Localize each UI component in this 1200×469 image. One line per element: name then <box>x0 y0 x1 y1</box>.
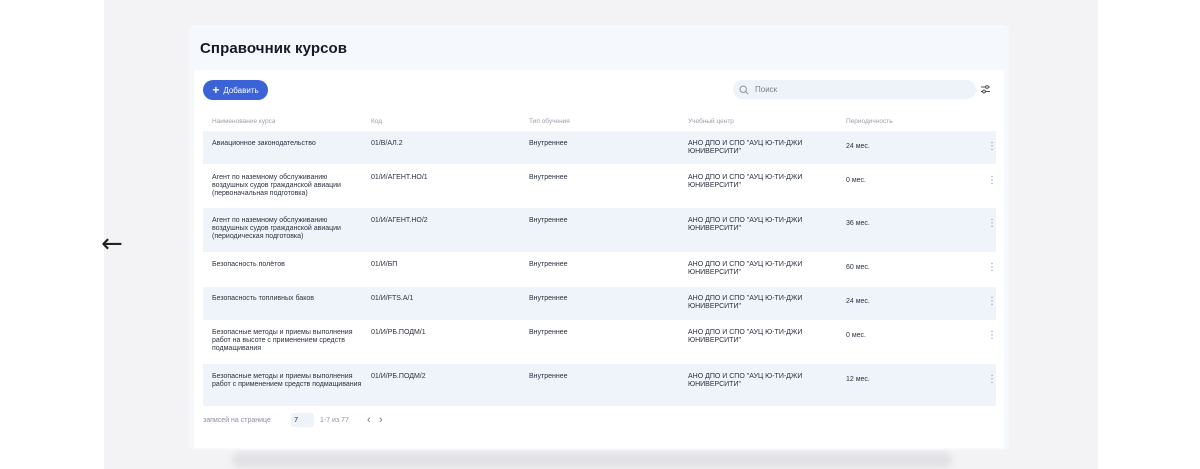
search-box[interactable] <box>733 80 976 99</box>
row-menu-icon[interactable]: ⋮ <box>987 175 997 186</box>
course-type: Внутреннее <box>529 261 568 268</box>
course-period: 60 мес. <box>846 264 870 271</box>
course-period: 36 мес. <box>846 220 870 227</box>
plus-icon: + <box>212 83 220 97</box>
back-arrow-icon[interactable]: ← <box>101 231 131 257</box>
table-row[interactable]: Безопасные методы и приемы выполнения ра… <box>203 364 997 406</box>
chevron-right-icon[interactable]: › <box>379 414 383 426</box>
training-center: АНО ДПО И СПО "АУЦ Ю-ТИ-ДЖИ ЮНИВЕРСИТИ" <box>688 174 803 189</box>
column-header-type[interactable]: Тип обучения <box>529 118 570 125</box>
page-title: Справочник курсов <box>200 40 348 57</box>
course-period: 12 мес. <box>846 376 870 383</box>
course-name: Агент по наземному обслуживанию воздушны… <box>212 174 341 197</box>
row-menu-icon[interactable]: ⋮ <box>987 141 997 152</box>
row-menu-icon[interactable]: ⋮ <box>987 330 997 341</box>
course-type: Внутреннее <box>529 217 568 224</box>
course-code: 01/И/РБ.ПОДМ/2 <box>371 373 426 380</box>
course-name: Безопасные методы и приемы выполнения ра… <box>212 329 353 352</box>
training-center: АНО ДПО И СПО "АУЦ Ю-ТИ-ДЖИ ЮНИВЕРСИТИ" <box>688 329 803 344</box>
course-name: Безопасность топливных баков <box>212 295 314 302</box>
search-icon <box>739 84 749 95</box>
table-row[interactable]: Агент по наземному обслуживанию воздушны… <box>203 208 997 252</box>
chevron-left-icon[interactable]: ‹ <box>367 414 371 426</box>
row-menu-icon[interactable]: ⋮ <box>987 374 997 385</box>
course-period: 0 мес. <box>846 177 866 184</box>
course-type: Внутреннее <box>529 140 568 147</box>
course-code: 01/И/АГЕНТ.НО/1 <box>371 174 428 181</box>
filter-settings-icon[interactable] <box>980 84 991 95</box>
add-button-label: Добавить <box>223 85 259 95</box>
course-code: 01/И/АГЕНТ.НО/2 <box>371 217 428 224</box>
column-header-period[interactable]: Периодичность <box>846 118 893 125</box>
course-code: 01/И/РБ.ПОДМ/1 <box>371 329 426 336</box>
table-row[interactable]: Безопасность полётов 01/И/БП Внутреннее … <box>203 252 997 287</box>
training-center: АНО ДПО И СПО "АУЦ Ю-ТИ-ДЖИ ЮНИВЕРСИТИ" <box>688 140 803 155</box>
column-header-center[interactable]: Учебный центр <box>688 118 734 125</box>
course-code: 01/В/АЛ.2 <box>371 140 403 147</box>
column-header-name[interactable]: Наименование курса <box>212 118 275 125</box>
table-row[interactable]: Агент по наземному обслуживанию воздушны… <box>203 164 997 208</box>
course-type: Внутреннее <box>529 174 568 181</box>
course-type: Внутреннее <box>529 373 568 380</box>
add-course-button[interactable]: + Добавить <box>203 80 268 100</box>
course-period: 0 мес. <box>846 332 866 339</box>
course-name: Агент по наземному обслуживанию воздушны… <box>212 217 341 240</box>
course-name: Безопасность полётов <box>212 261 285 268</box>
course-period: 24 мес. <box>846 143 870 150</box>
column-header-code[interactable]: Код <box>371 118 382 125</box>
search-input[interactable] <box>753 84 957 95</box>
table-row[interactable]: Безопасные методы и приемы выполнения ра… <box>203 320 997 364</box>
per-page-select[interactable]: 7 <box>291 413 314 427</box>
training-center: АНО ДПО И СПО "АУЦ Ю-ТИ-ДЖИ ЮНИВЕРСИТИ" <box>688 373 803 388</box>
course-type: Внутреннее <box>529 295 568 302</box>
training-center: АНО ДПО И СПО "АУЦ Ю-ТИ-ДЖИ ЮНИВЕРСИТИ" <box>688 295 803 310</box>
course-name: Авиационное законодательство <box>212 140 316 147</box>
row-menu-icon[interactable]: ⋮ <box>987 296 997 307</box>
course-type: Внутреннее <box>529 329 568 336</box>
course-code: 01/И/БП <box>371 261 398 268</box>
row-menu-icon[interactable]: ⋮ <box>987 262 997 273</box>
training-center: АНО ДПО И СПО "АУЦ Ю-ТИ-ДЖИ ЮНИВЕРСИТИ" <box>688 261 803 276</box>
course-name: Безопасные методы и приемы выполнения ра… <box>212 373 362 388</box>
course-period: 24 мес. <box>846 298 870 305</box>
training-center: АНО ДПО И СПО "АУЦ Ю-ТИ-ДЖИ ЮНИВЕРСИТИ" <box>688 217 803 232</box>
panel-shadow <box>232 452 952 468</box>
page-range: 1-7 из 77 <box>320 417 349 424</box>
per-page-label: записей на странице <box>203 417 271 424</box>
course-code: 01/И/FTS.А/1 <box>371 295 414 302</box>
row-menu-icon[interactable]: ⋮ <box>987 218 997 229</box>
table-row[interactable]: Безопасность топливных баков 01/И/FTS.А/… <box>203 287 997 320</box>
table-row[interactable]: Авиационное законодательство 01/В/АЛ.2 В… <box>203 131 997 164</box>
